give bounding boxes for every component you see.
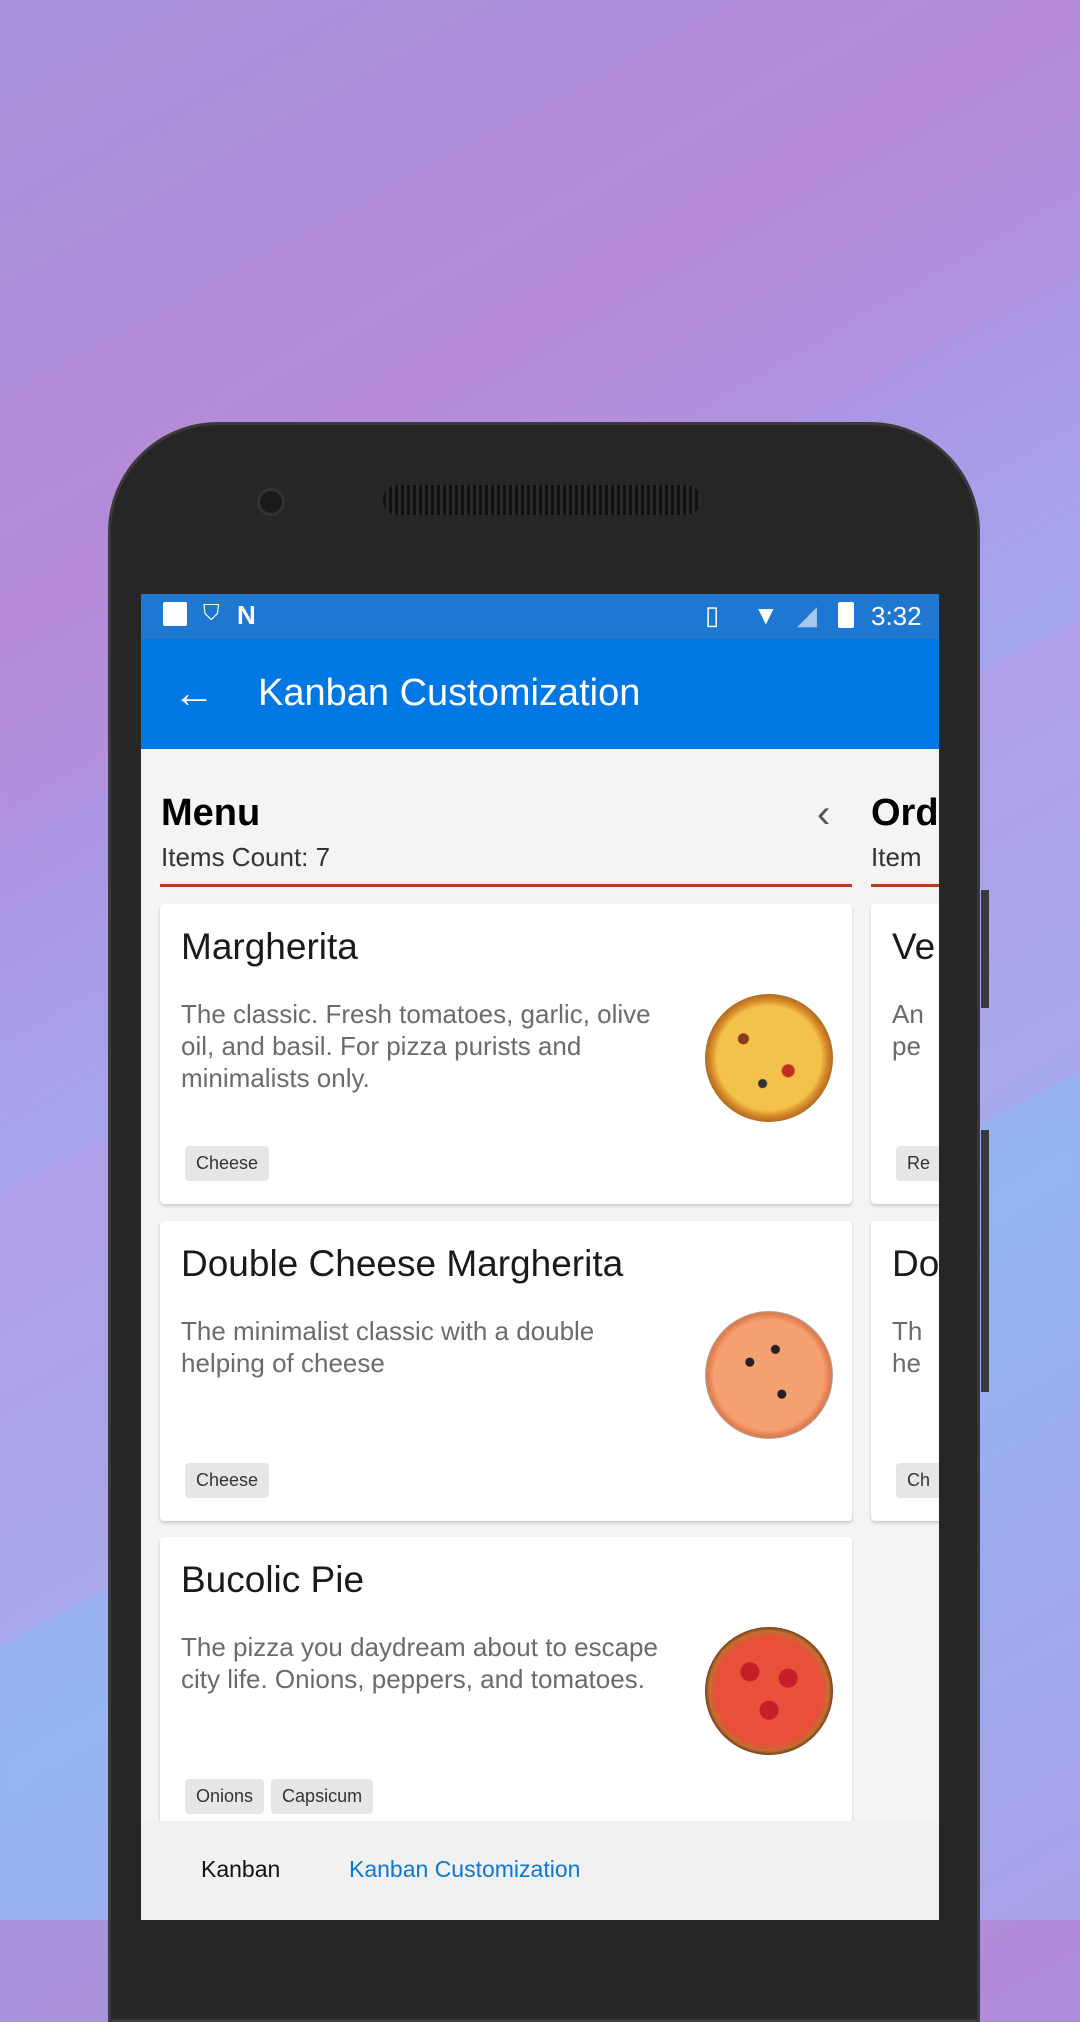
tab-kanban-customization[interactable]: Kanban Customization [349, 1856, 580, 1883]
card-title: Double Cheese Margherita [181, 1243, 624, 1284]
card-title: Margherita [181, 926, 358, 967]
kanban-card[interactable]: Double Cheese Margherita The minimalist … [160, 1221, 852, 1521]
pizza-image [705, 1627, 833, 1755]
bottom-tab-bar: Kanban Kanban Customization [141, 1821, 939, 1920]
no-sim-icon: ◢ [797, 600, 817, 630]
tag: Cheese [185, 1146, 270, 1181]
volume-button [981, 1130, 989, 1392]
tag: Capsicum [271, 1779, 374, 1814]
battery-charging-icon [838, 602, 854, 628]
card-title: Bucolic Pie [181, 1559, 365, 1600]
tag: Onions [185, 1779, 265, 1814]
n-app-icon: N [237, 600, 256, 630]
card-description: The minimalist classic with a double hel… [181, 1316, 595, 1378]
tag: Ch [896, 1463, 939, 1498]
pizza-image [705, 994, 833, 1122]
app-bar: ← Kanban Customization [141, 639, 939, 749]
card-description: An pe [892, 999, 924, 1061]
vibrate-icon: ▯ [705, 600, 720, 630]
card-description: The pizza you daydream about to escape c… [181, 1632, 658, 1694]
vpn-shield-icon: ⛉ [203, 600, 220, 625]
items-count: Items Count: 7 [161, 842, 331, 872]
status-bar: ⛉ N ▯ ▼ ◢ 3:32 [141, 594, 939, 639]
camera [257, 488, 285, 516]
power-button [981, 890, 989, 1008]
card-title: Ve [892, 926, 936, 967]
wifi-icon: ▼ [753, 600, 779, 630]
kanban-card[interactable]: Do Th he Ch [871, 1221, 939, 1521]
speaker-grille [383, 485, 701, 515]
tab-kanban[interactable]: Kanban [201, 1856, 280, 1883]
card-description: Th he [892, 1316, 923, 1378]
kanban-card[interactable]: Ve An pe Re [871, 904, 939, 1204]
clock: 3:32 [871, 601, 922, 631]
card-title: Do [892, 1243, 939, 1284]
kanban-card[interactable]: Margherita The classic. Fresh tomatoes, … [160, 904, 852, 1204]
pizza-image [705, 1311, 833, 1439]
column-underline [871, 884, 939, 887]
card-description: The classic. Fresh tomatoes, garlic, oli… [181, 999, 651, 1093]
page-title: Kanban Customization [258, 672, 641, 714]
column-underline [160, 884, 852, 887]
screen: ⛉ N ▯ ▼ ◢ 3:32 ← Kanban Customization Me… [141, 594, 939, 1920]
back-arrow-icon[interactable]: ← [173, 669, 215, 717]
gallery-icon [163, 602, 187, 626]
tag: Cheese [185, 1463, 270, 1498]
tag: Re [896, 1146, 939, 1181]
kanban-card[interactable]: Bucolic Pie The pizza you daydream about… [160, 1537, 852, 1837]
collapse-chevron-icon[interactable]: ‹ [817, 792, 830, 837]
column-title: Menu [161, 792, 261, 834]
column-title: Ord [871, 792, 939, 834]
items-count: Item [871, 842, 922, 872]
